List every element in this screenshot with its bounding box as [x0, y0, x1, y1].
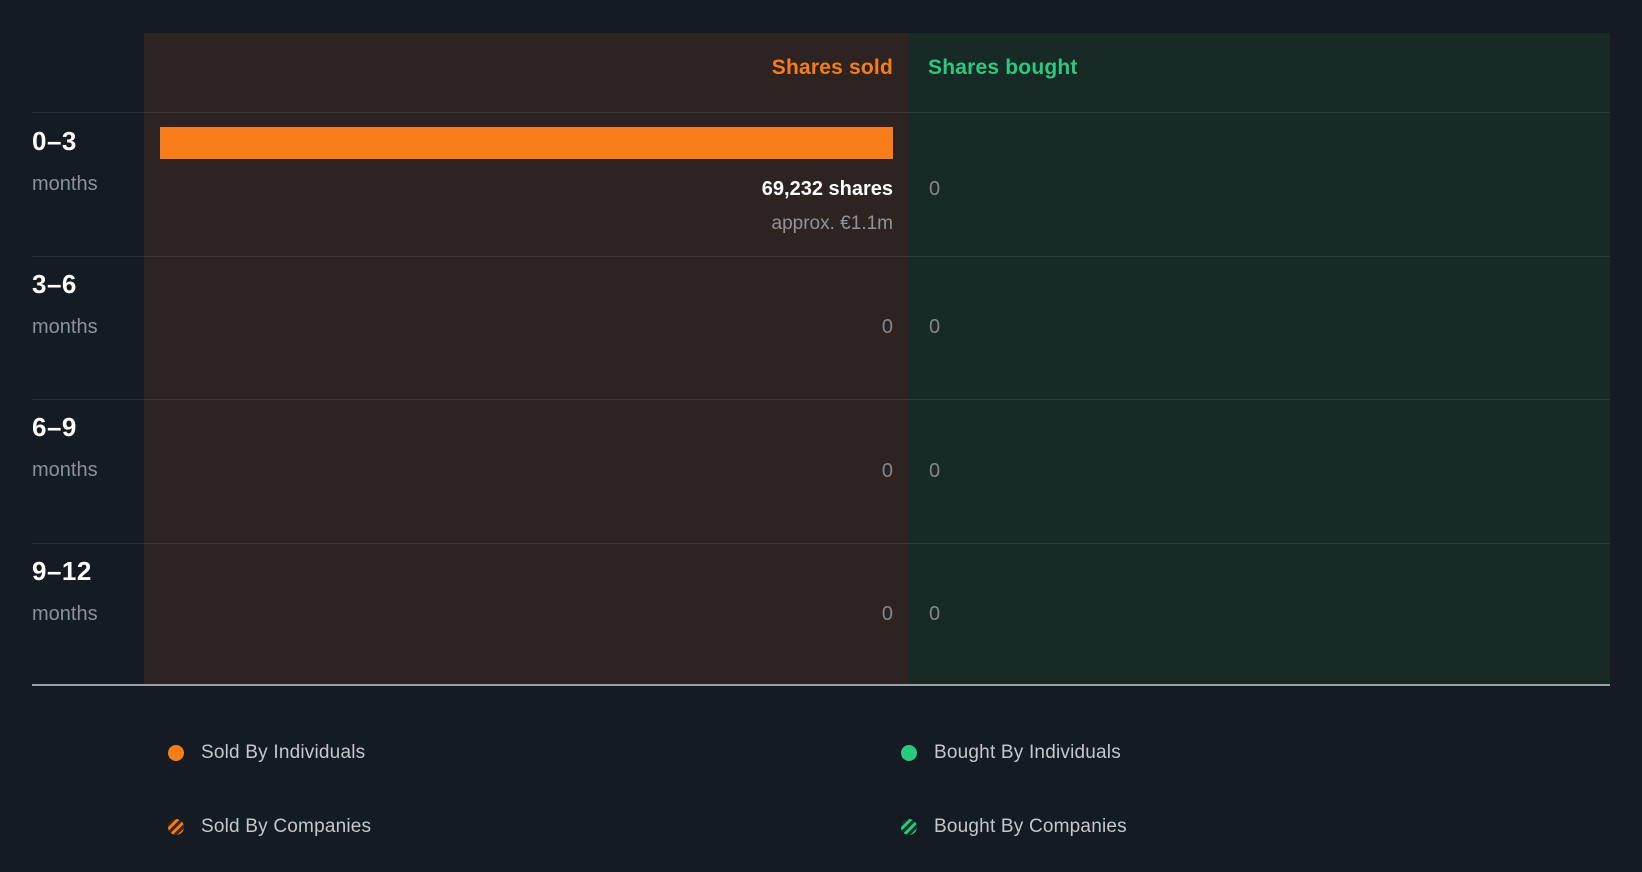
legend-sold-companies: Sold By Companies	[201, 816, 372, 837]
bought-value-3-6: 0	[929, 316, 941, 338]
chart-baseline	[32, 684, 1610, 686]
sold-shares-value-0-3: 69,232 shares	[761, 178, 893, 200]
legend-bought-individuals: Bought By Individuals	[934, 742, 1121, 763]
row-divider	[32, 543, 1610, 544]
bought-value-0-3: 0	[929, 178, 941, 200]
shares-bought-panel	[909, 33, 1610, 686]
insider-trading-chart: Shares sold Shares bought 0–3 months 69,…	[0, 0, 1642, 872]
row-unit-0-3: months	[32, 173, 98, 195]
legend-bought-companies: Bought By Companies	[934, 816, 1127, 837]
bought-companies-striped-dot-icon	[901, 819, 917, 835]
shares-sold-header: Shares sold	[771, 56, 893, 79]
sold-value-9-12: 0	[881, 603, 893, 625]
row-divider	[32, 256, 1610, 257]
row-divider	[32, 399, 1610, 400]
sold-value-6-9: 0	[881, 460, 893, 482]
bought-value-9-12: 0	[929, 603, 941, 625]
sold-individuals-dot-icon	[168, 745, 184, 761]
row-unit-3-6: months	[32, 316, 98, 338]
sold-companies-striped-dot-icon	[168, 819, 184, 835]
sold-value-3-6: 0	[881, 316, 893, 338]
row-divider	[32, 112, 1610, 113]
legend-sold-individuals: Sold By Individuals	[201, 742, 366, 763]
shares-bought-header: Shares bought	[928, 56, 1078, 79]
sold-bar-0-3-months	[160, 127, 893, 159]
row-unit-6-9: months	[32, 459, 98, 481]
bought-individuals-dot-icon	[901, 745, 917, 761]
row-label-9-12: 9–12	[32, 556, 92, 586]
row-label-0-3: 0–3	[32, 126, 77, 156]
row-label-3-6: 3–6	[32, 269, 77, 299]
sold-approx-value-0-3: approx. €1.1m	[771, 213, 893, 234]
bought-value-6-9: 0	[929, 460, 941, 482]
row-label-6-9: 6–9	[32, 412, 77, 442]
row-unit-9-12: months	[32, 603, 98, 625]
